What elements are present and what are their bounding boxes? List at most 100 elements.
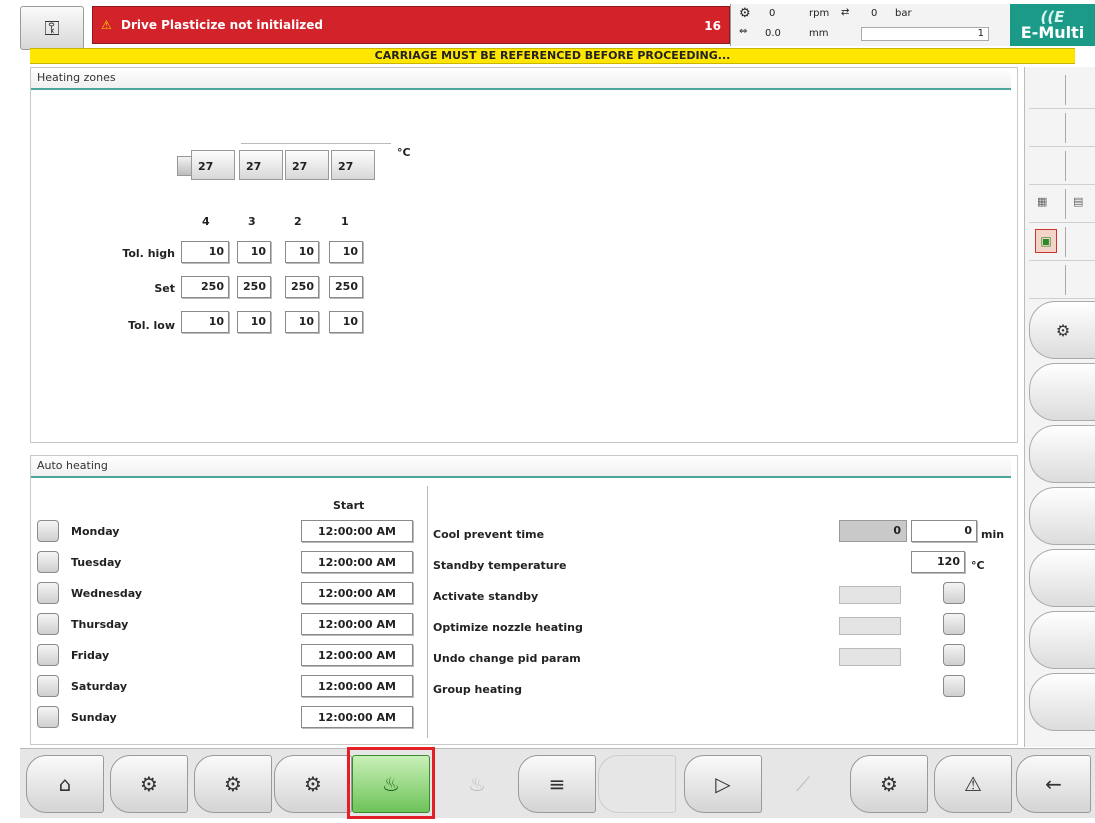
sidebar-button[interactable] <box>1029 363 1095 421</box>
nav-nozzle-button[interactable]: ▷ <box>684 755 762 813</box>
start-column-header: Start <box>333 499 365 512</box>
nav-injection-button[interactable]: ⚙ <box>110 755 188 813</box>
alarm-count: 16 <box>704 19 721 33</box>
day-toggle-thursday[interactable] <box>37 613 59 635</box>
group-heating-label: Group heating <box>433 683 522 696</box>
group-heating-checkbox[interactable] <box>943 675 965 697</box>
day-toggle-monday[interactable] <box>37 520 59 542</box>
carriage-icon: ⇔ <box>739 26 748 37</box>
nav-alarm-button[interactable]: ⚠ <box>934 755 1012 813</box>
day-toggle-tuesday[interactable] <box>37 551 59 573</box>
carriage-icon: ⚙ <box>304 772 322 796</box>
start-time-saturday[interactable]: 12:00:00 AM <box>301 675 413 697</box>
sidebar-button[interactable] <box>1029 673 1095 731</box>
nav-settings-button[interactable]: ⚙ <box>850 755 928 813</box>
list-icon: ▤ <box>1073 195 1084 208</box>
zone-4-set[interactable]: 250 <box>181 276 229 298</box>
optimize-nozzle-button[interactable] <box>839 617 901 635</box>
user-login-button[interactable]: ⚿ <box>20 6 84 50</box>
back-arrow-icon: ← <box>1045 772 1062 796</box>
pressure-icon: ⇄ <box>841 7 850 18</box>
sidebar-slot[interactable] <box>1029 71 1095 109</box>
undo-pid-button[interactable] <box>839 648 901 666</box>
zone-2-set[interactable]: 250 <box>285 276 319 298</box>
activate-standby-checkbox[interactable] <box>943 582 965 604</box>
nav-empty-button[interactable] <box>598 755 676 813</box>
home-icon: ⌂ <box>58 772 72 796</box>
zone-3-tol-high[interactable]: 10 <box>237 241 271 263</box>
alarm-bar[interactable]: ⚠ Drive Plasticize not initialized 16 <box>92 6 730 44</box>
rpm-unit: rpm <box>809 8 830 19</box>
standby-temp-input[interactable]: 120 <box>911 551 965 573</box>
zone-number-3: 3 <box>248 215 256 228</box>
back-button[interactable]: ← <box>1016 755 1091 813</box>
bottom-navigation: ⌂ ⚙ ⚙ ⚙ ♨ ♨ ≡ ▷ ⟋ ⚙ ⚠ ← <box>20 747 1095 819</box>
day-label: Wednesday <box>71 587 143 600</box>
day-toggle-wednesday[interactable] <box>37 582 59 604</box>
day-label: Monday <box>71 525 120 538</box>
zone-3-set[interactable]: 250 <box>237 276 271 298</box>
temp-unit: °C <box>397 146 411 159</box>
start-time-friday[interactable]: 12:00:00 AM <box>301 644 413 666</box>
sidebar-slot[interactable]: ▦ ▤ <box>1029 185 1095 223</box>
zone-3-tol-low[interactable]: 10 <box>237 311 271 333</box>
zone-2-tol-high[interactable]: 10 <box>285 241 319 263</box>
sidebar-slot[interactable] <box>1029 147 1095 185</box>
auto-heating-panel: Auto heating Start Monday 12:00:00 AM Tu… <box>30 455 1018 745</box>
start-time-sunday[interactable]: 12:00:00 AM <box>301 706 413 728</box>
alarm-text: Drive Plasticize not initialized <box>121 18 324 32</box>
nav-graph-button[interactable]: ⟋ <box>764 755 842 813</box>
start-time-wednesday[interactable]: 12:00:00 AM <box>301 582 413 604</box>
nav-list-button[interactable]: ≡ <box>518 755 596 813</box>
day-label: Sunday <box>71 711 117 724</box>
barrel-rule <box>241 143 391 148</box>
sidebar-button[interactable] <box>1029 425 1095 483</box>
zone-4-tol-high[interactable]: 10 <box>181 241 229 263</box>
zone-1-tol-low[interactable]: 10 <box>329 311 363 333</box>
list-icon: ≡ <box>548 772 566 796</box>
column-divider <box>427 486 428 738</box>
activate-standby-button[interactable] <box>839 586 901 604</box>
injection-unit-icon: ⚙ <box>1055 320 1071 340</box>
mm-unit: mm <box>809 28 829 39</box>
zone-1-set[interactable]: 250 <box>329 276 363 298</box>
optimize-nozzle-checkbox[interactable] <box>943 613 965 635</box>
sidebar-button[interactable] <box>1029 611 1095 669</box>
tol-low-label: Tol. low <box>128 319 175 332</box>
sidebar-button[interactable] <box>1029 487 1095 545</box>
plasticize-icon: ⚙ <box>224 772 242 796</box>
zone-4-tol-low[interactable]: 10 <box>181 311 229 333</box>
mm-value: 0.0 <box>765 28 781 39</box>
start-time-thursday[interactable]: 12:00:00 AM <box>301 613 413 635</box>
sidebar-slot[interactable] <box>1029 109 1095 147</box>
cool-prevent-actual: 0 <box>839 520 907 542</box>
brand-logo: ((E E-Multi <box>1010 4 1095 46</box>
cool-prevent-input[interactable]: 0 <box>911 520 977 542</box>
start-time-monday[interactable]: 12:00:00 AM <box>301 520 413 542</box>
right-sidebar: ▦ ▤ ▣ ⚙ <box>1024 67 1095 747</box>
zone-4-actual: 27 <box>191 150 235 180</box>
day-toggle-friday[interactable] <box>37 644 59 666</box>
sidebar-injection-button[interactable]: ⚙ <box>1029 301 1095 359</box>
warning-icon: ⚠ <box>964 772 982 796</box>
heating-zones-panel: Heating zones 27 27 27 27 °C 4 3 2 1 Tol… <box>30 67 1018 443</box>
sidebar-slot[interactable]: ▣ <box>1029 223 1095 261</box>
graph-icon: ⟋ <box>796 772 810 796</box>
pressure-value: 0 <box>871 8 878 19</box>
zone-1-tol-high[interactable]: 10 <box>329 241 363 263</box>
panel-title: Heating zones <box>31 68 1011 90</box>
zone-2-tol-low[interactable]: 10 <box>285 311 319 333</box>
nav-temperature-button[interactable]: ♨ <box>438 755 516 813</box>
undo-pid-checkbox[interactable] <box>943 644 965 666</box>
sidebar-button[interactable] <box>1029 549 1095 607</box>
start-time-tuesday[interactable]: 12:00:00 AM <box>301 551 413 573</box>
home-button[interactable]: ⌂ <box>26 755 104 813</box>
sidebar-slot[interactable] <box>1029 261 1095 299</box>
gear-icon: ⚙ <box>880 772 898 796</box>
day-toggle-saturday[interactable] <box>37 675 59 697</box>
rpm-value: 0 <box>769 8 776 19</box>
day-label: Tuesday <box>71 556 122 569</box>
nav-plasticize-button[interactable]: ⚙ <box>194 755 272 813</box>
day-toggle-sunday[interactable] <box>37 706 59 728</box>
nav-carriage-button[interactable]: ⚙ <box>274 755 352 813</box>
